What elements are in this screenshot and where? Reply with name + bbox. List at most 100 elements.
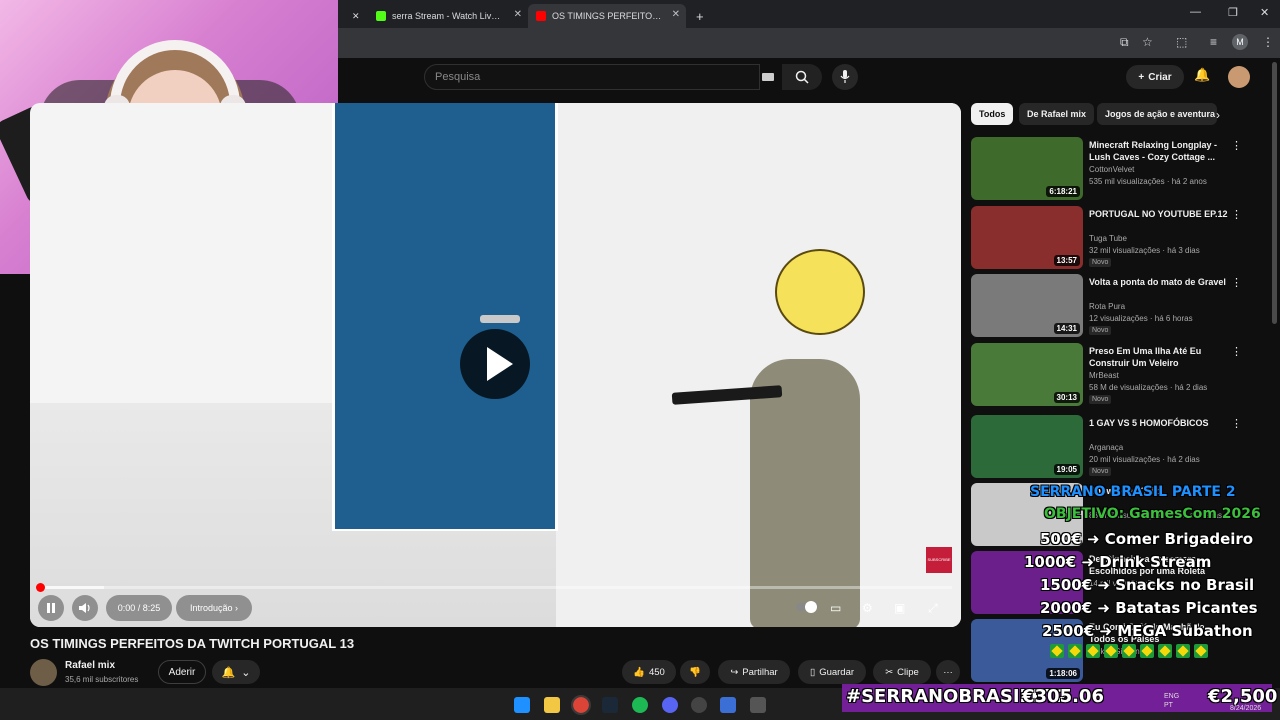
create-button[interactable]: + Criar — [1126, 65, 1184, 89]
chapter-button[interactable]: Introdução › — [176, 595, 252, 621]
page-scrollbar[interactable] — [1272, 62, 1277, 324]
recommendation-item[interactable]: 13:57 PORTUGAL NO YOUTUBE EP.12 Tuga Tube 3… — [971, 206, 1261, 270]
search-button[interactable] — [782, 64, 822, 90]
recommendation-title[interactable]: 1 GAY VS 5 HOMOFÓBICOS — [1089, 417, 1229, 429]
plus-icon: + — [1138, 71, 1145, 83]
progress-scrubber[interactable] — [36, 583, 45, 592]
tab-close-previous[interactable]: ✕ — [344, 4, 362, 28]
channel-avatar[interactable] — [30, 659, 57, 686]
settings-gear-icon[interactable]: ⚙ — [862, 601, 873, 615]
recommendation-item[interactable]: 6:18:21 Minecraft Relaxing Longplay - Lus… — [971, 137, 1261, 201]
windows-start-icon[interactable] — [514, 697, 530, 713]
brazil-flags — [1050, 644, 1212, 661]
more-options-icon[interactable]: ⋮ — [1231, 345, 1242, 358]
new-tab-button[interactable]: + — [688, 4, 708, 28]
profile-avatar[interactable]: M — [1232, 34, 1248, 50]
obs-icon[interactable] — [691, 697, 707, 713]
recommendation-thumbnail[interactable]: 13:57 — [971, 206, 1083, 269]
search-icon — [795, 70, 809, 84]
play-button-overlay[interactable] — [460, 329, 530, 399]
cast-icon[interactable]: ⧉ — [1120, 35, 1129, 50]
recommendation-title[interactable]: Volta a ponta do mato de Gravel — [1089, 276, 1229, 288]
video-duration: 1:18:06 — [1046, 668, 1080, 679]
save-button[interactable]: ▯ Guardar — [798, 660, 866, 684]
more-options-icon[interactable]: ⋮ — [1231, 208, 1242, 221]
search-input[interactable]: Pesquisa — [424, 64, 760, 90]
volume-button[interactable] — [72, 595, 98, 621]
dislike-button[interactable]: 👎 — [680, 660, 710, 684]
recommendation-channel[interactable]: Rota Pura — [1089, 302, 1125, 311]
recommendation-thumbnail[interactable]: 30:13 — [971, 343, 1083, 406]
spotify-icon[interactable] — [632, 697, 648, 713]
recommendation-meta: 32 mil visualizações · há 3 dias — [1089, 246, 1200, 255]
recommendation-thumbnail[interactable]: 19:05 — [971, 415, 1083, 478]
subtitles-icon[interactable]: ▭ — [830, 601, 841, 615]
discord-icon[interactable] — [662, 697, 678, 713]
app-icon[interactable] — [720, 697, 736, 713]
chrome-icon[interactable] — [571, 695, 591, 715]
recommendation-channel[interactable]: Arganaça — [1089, 443, 1123, 452]
subscribe-watermark[interactable]: SUBSCRIBE — [926, 547, 952, 573]
more-options-icon[interactable]: ⋮ — [1231, 276, 1242, 289]
recommendation-title[interactable]: PORTUGAL NO YOUTUBE EP.12 — [1089, 208, 1229, 220]
recommendation-item[interactable]: 14:31 Volta a ponta do mato de Gravel Rota… — [971, 274, 1261, 338]
app-icon-2[interactable] — [750, 697, 766, 713]
share-button[interactable]: ↪ Partilhar — [718, 660, 790, 684]
reading-list-icon[interactable]: ≡ — [1210, 35, 1217, 49]
chip-action-games[interactable]: Jogos de ação e aventura — [1097, 103, 1217, 125]
tab-kick[interactable]: serra Stream - Watch Live on Ki ✕ — [368, 4, 528, 28]
autoplay-toggle[interactable] — [796, 601, 818, 616]
chip-all[interactable]: Todos — [971, 103, 1014, 125]
chip-from-channel[interactable]: De Rafael mix — [1019, 103, 1095, 125]
subscribe-bell-button[interactable]: 🔔 ⌄ — [212, 660, 260, 684]
extensions-icon[interactable]: ⬚ — [1176, 35, 1187, 49]
recommendation-title[interactable]: Minecraft Relaxing Longplay - Lush Caves… — [1089, 139, 1229, 163]
join-button[interactable]: Aderir — [158, 660, 206, 684]
account-avatar[interactable] — [1228, 66, 1250, 88]
recommendation-title[interactable]: Preso Em Uma Ilha Até Eu Construir Um Ve… — [1089, 345, 1229, 369]
channel-name[interactable]: Rafael mix — [65, 660, 115, 671]
voice-search-button[interactable] — [832, 64, 858, 90]
chevron-right-icon[interactable]: › — [1216, 108, 1220, 122]
more-options-icon[interactable]: ⋮ — [1231, 417, 1242, 430]
close-icon[interactable]: ✕ — [514, 9, 522, 20]
recommendation-item[interactable]: 19:05 1 GAY VS 5 HOMOFÓBICOS Arganaça 20 mi… — [971, 415, 1261, 479]
bookmark-star-icon[interactable]: ☆ — [1142, 35, 1153, 49]
tab-youtube[interactable]: OS TIMINGS PERFEITOS DA TWITCH PORTUGAL … — [528, 4, 686, 28]
more-options-icon[interactable]: ⋮ — [1231, 139, 1242, 152]
region-code: PT — [1164, 702, 1173, 709]
recommendation-channel[interactable]: CottonVelvet — [1089, 165, 1134, 174]
recommendation-thumbnail[interactable]: 14:31 — [971, 274, 1083, 337]
minimize-button[interactable]: — — [1190, 6, 1201, 18]
search-placeholder: Pesquisa — [435, 71, 481, 83]
recommendation-channel[interactable]: Tuga Tube — [1089, 234, 1127, 243]
language-indicator[interactable]: ENG PT — [1164, 692, 1179, 710]
close-window-button[interactable]: ✕ — [1260, 6, 1269, 19]
maximize-button[interactable]: ❐ — [1228, 6, 1238, 19]
clip-button[interactable]: ✂ Clipe — [873, 660, 931, 684]
share-icon: ↪ — [730, 666, 739, 678]
progress-bar[interactable] — [36, 583, 952, 592]
steam-icon[interactable] — [602, 697, 618, 713]
recommendation-item[interactable]: 30:13 Preso Em Uma Ilha Até Eu Construir … — [971, 343, 1261, 407]
new-badge: Novo — [1089, 467, 1112, 476]
new-badge: Novo — [1089, 258, 1112, 267]
recommendation-channel[interactable]: MrBeast — [1089, 371, 1119, 380]
theater-mode-icon[interactable]: ▣ — [894, 601, 905, 615]
create-label: Criar — [1148, 71, 1172, 83]
close-icon[interactable]: ✕ — [352, 11, 360, 22]
pause-button[interactable] — [38, 595, 64, 621]
video-frame-door-handle — [480, 315, 520, 323]
keyboard-icon[interactable] — [762, 73, 774, 81]
more-actions-button[interactable]: ··· — [936, 660, 960, 684]
fullscreen-icon[interactable]: ⤢ — [928, 601, 938, 616]
like-button[interactable]: 👍 450 — [622, 660, 676, 684]
clock-date[interactable]: 8/24/2026 — [1230, 704, 1261, 713]
recommendation-thumbnail[interactable]: 6:18:21 — [971, 137, 1083, 200]
youtube-header: Pesquisa + Criar 🔔 — [338, 58, 1280, 98]
video-player[interactable]: SUBSCRIBE 0:00 / 8:25 Introdução › ▭ ⚙ ▣… — [30, 103, 961, 627]
notifications-bell-icon[interactable]: 🔔 — [1194, 67, 1210, 83]
close-icon[interactable]: ✕ — [672, 9, 680, 20]
browser-menu-icon[interactable]: ⋮ — [1262, 35, 1274, 49]
file-explorer-icon[interactable] — [544, 697, 560, 713]
